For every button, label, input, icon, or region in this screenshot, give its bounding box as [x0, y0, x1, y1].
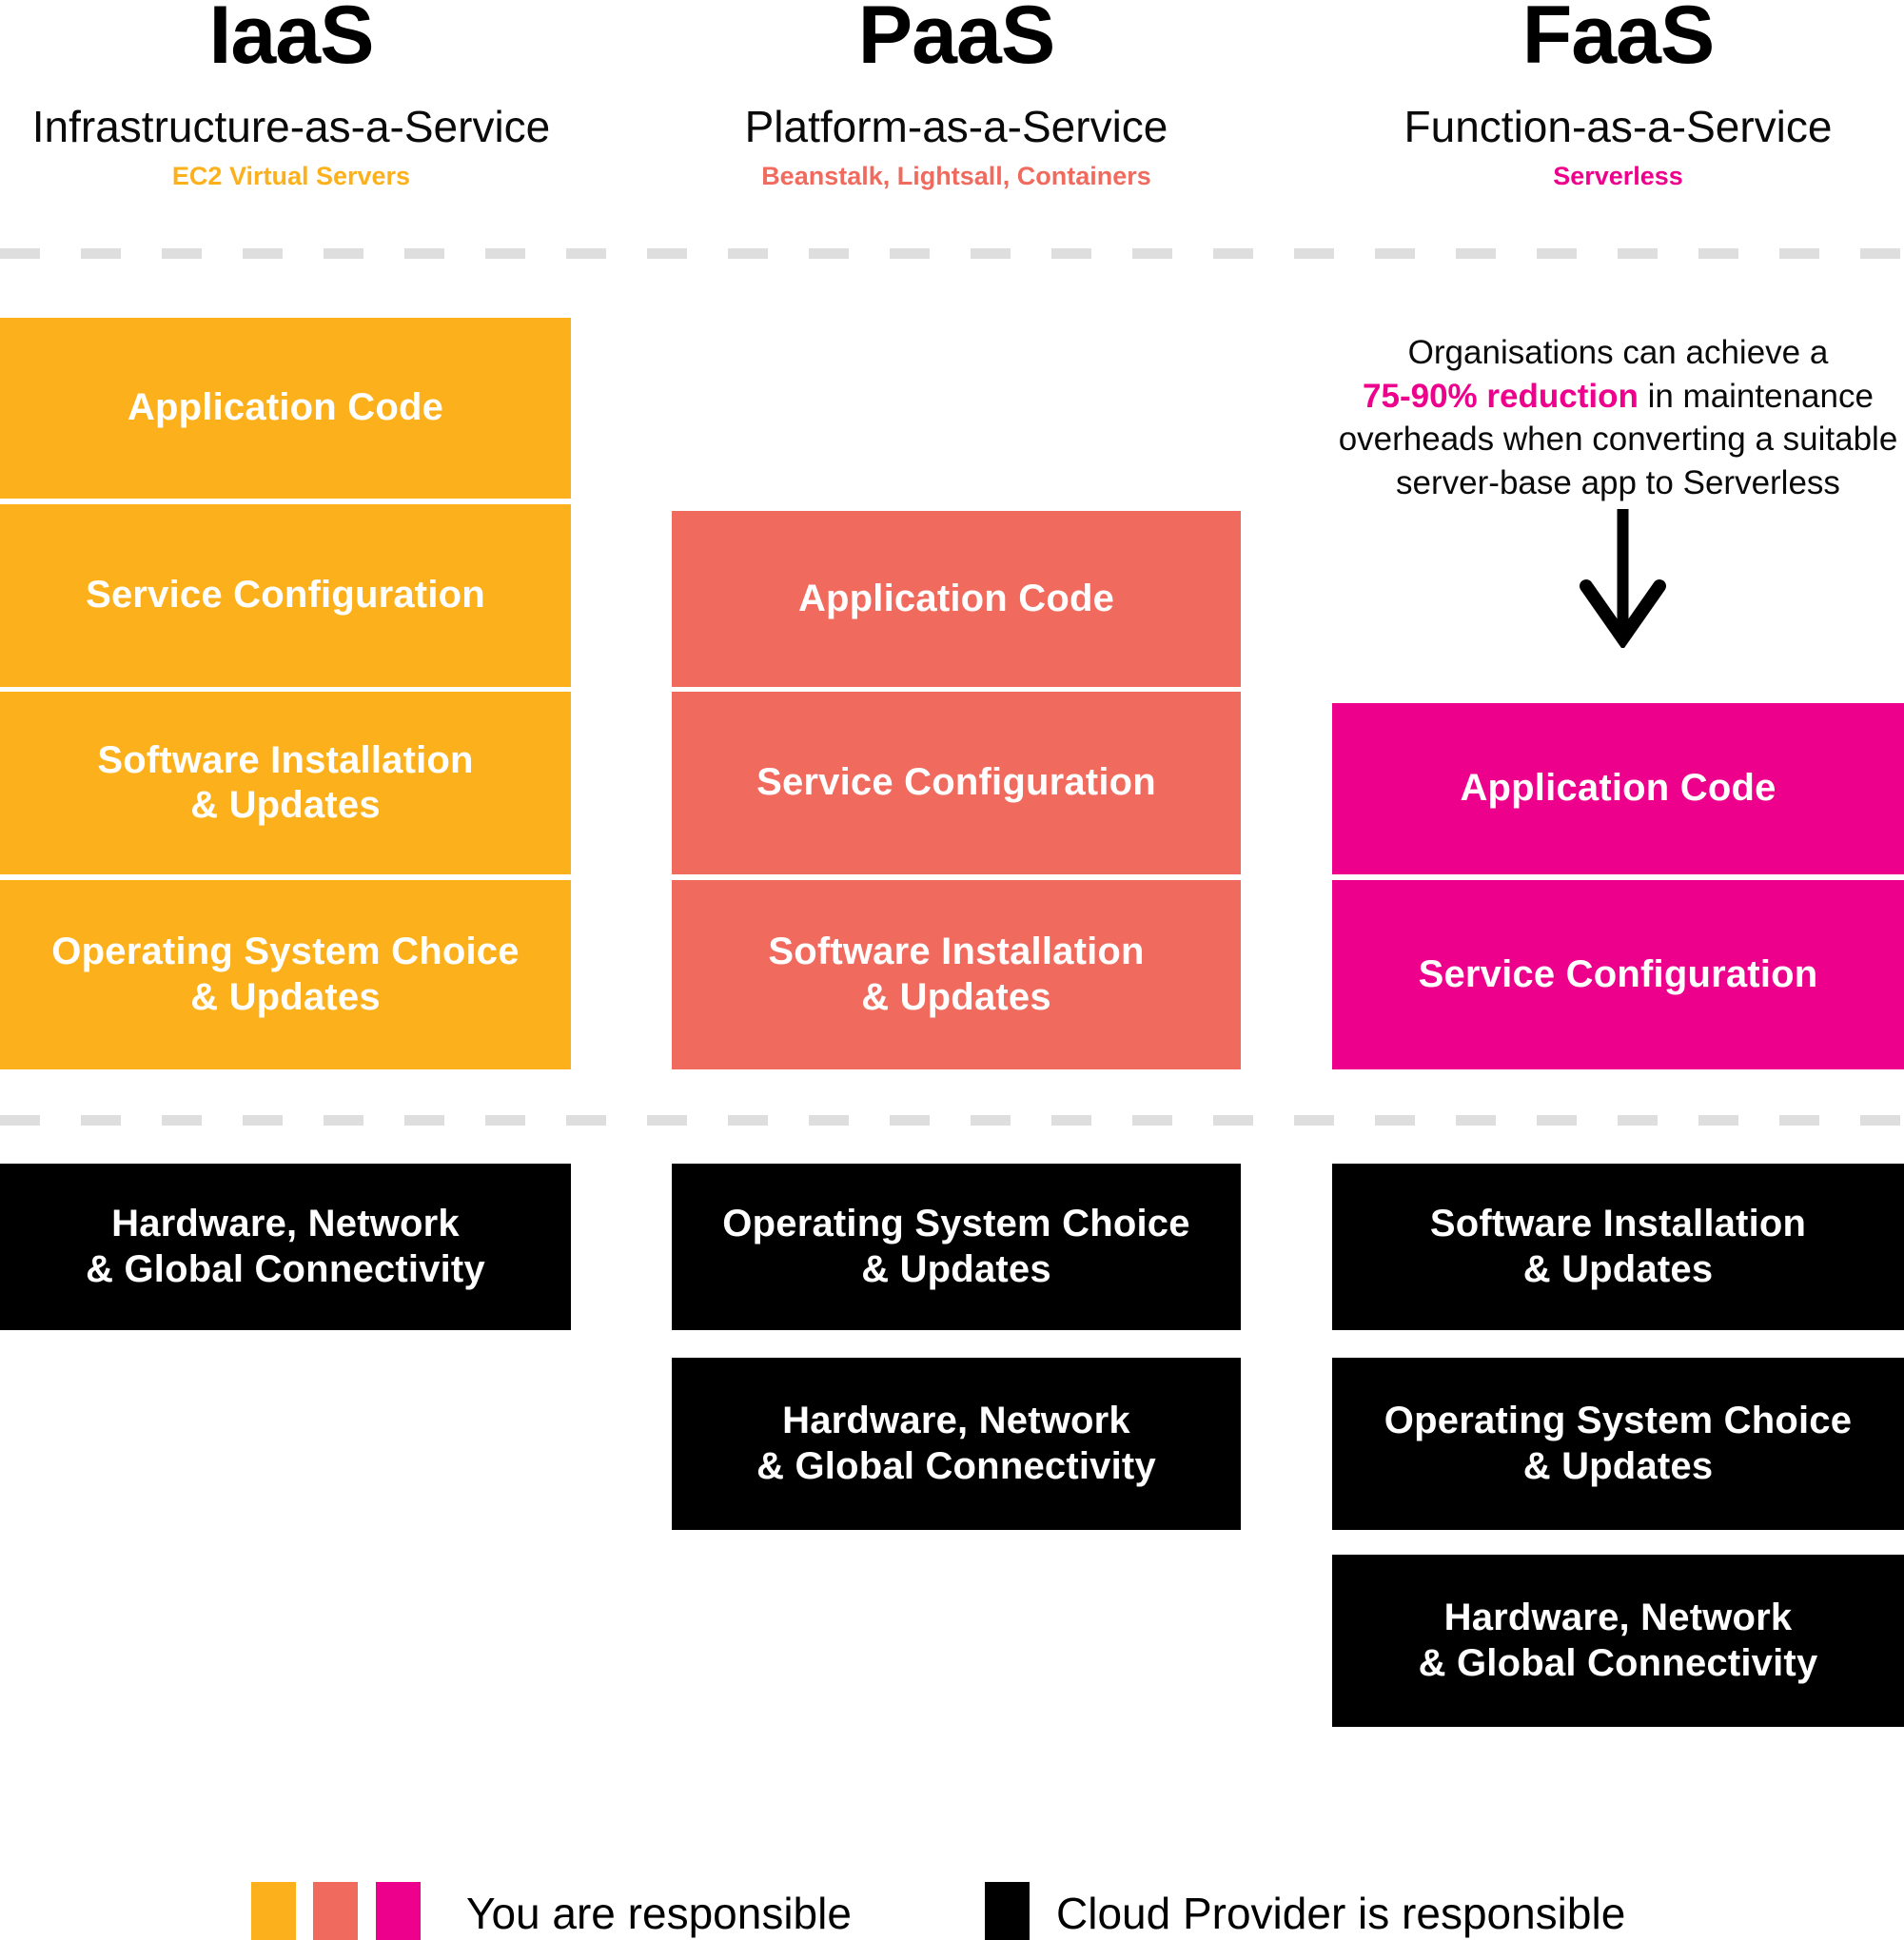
- separator-top: [0, 248, 1904, 259]
- legend-swatch-provider: [985, 1882, 1030, 1940]
- paas-provider-box-1: Operating System Choice & Updates: [672, 1164, 1241, 1330]
- column-services-paas: Beanstalk, Lightsall, Containers: [761, 162, 1151, 190]
- legend-swatch-iaas: [251, 1882, 296, 1940]
- iaas-customer-box-4: Operating System Choice & Updates: [0, 880, 571, 1069]
- iaas-customer-box-3: Software Installation & Updates: [0, 692, 571, 874]
- down-arrow-icon: [1578, 507, 1668, 651]
- legend-swatch-faas: [376, 1882, 421, 1940]
- callout-line-2-rest: in maintenance: [1638, 377, 1874, 415]
- callout-highlight: 75-90% reduction: [1363, 377, 1639, 415]
- faas-provider-box-2: Operating System Choice & Updates: [1332, 1358, 1904, 1530]
- callout-line-1: Organisations can achieve a: [1407, 334, 1829, 371]
- iaas-provider-box-1: Hardware, Network & Global Connectivity: [0, 1164, 571, 1330]
- faas-callout: Organisations can achieve a 75-90% reduc…: [1332, 331, 1904, 504]
- column-subtitle-faas: Function-as-a-Service: [1403, 102, 1833, 151]
- column-services-iaas: EC2 Virtual Servers: [171, 162, 411, 190]
- callout-line-4: server-base app to Serverless: [1396, 463, 1840, 501]
- column-title-iaas: IaaS: [208, 0, 375, 81]
- callout-line-3: overheads when converting a suitable: [1338, 421, 1898, 458]
- separator-bottom: [0, 1115, 1904, 1126]
- column-subtitle-paas: Platform-as-a-Service: [744, 102, 1168, 151]
- paas-customer-box-3: Software Installation & Updates: [672, 880, 1241, 1069]
- responsibility-model-diagram: IaaS Infrastructure-as-a-Service EC2 Vir…: [0, 0, 1904, 1940]
- column-title-paas: PaaS: [857, 0, 1055, 81]
- paas-customer-box-2: Service Configuration: [672, 692, 1241, 874]
- callout-line-2: 75-90% reduction in maintenance: [1332, 375, 1904, 419]
- legend-swatch-paas: [313, 1882, 358, 1940]
- faas-provider-box-3: Hardware, Network & Global Connectivity: [1332, 1555, 1904, 1727]
- legend-label-provider: Cloud Provider is responsible: [1056, 1889, 1626, 1938]
- faas-customer-box-2: Service Configuration: [1332, 880, 1904, 1069]
- iaas-customer-box-1: Application Code: [0, 318, 571, 499]
- faas-provider-box-1: Software Installation & Updates: [1332, 1164, 1904, 1330]
- column-services-faas: Serverless: [1553, 162, 1683, 190]
- column-subtitle-iaas: Infrastructure-as-a-Service: [31, 102, 551, 151]
- paas-customer-box-1: Application Code: [672, 511, 1241, 687]
- faas-customer-box-1: Application Code: [1332, 703, 1904, 874]
- legend-label-customer: You are responsible: [466, 1889, 852, 1938]
- iaas-customer-box-2: Service Configuration: [0, 504, 571, 687]
- column-title-faas: FaaS: [1521, 0, 1716, 81]
- paas-provider-box-2: Hardware, Network & Global Connectivity: [672, 1358, 1241, 1530]
